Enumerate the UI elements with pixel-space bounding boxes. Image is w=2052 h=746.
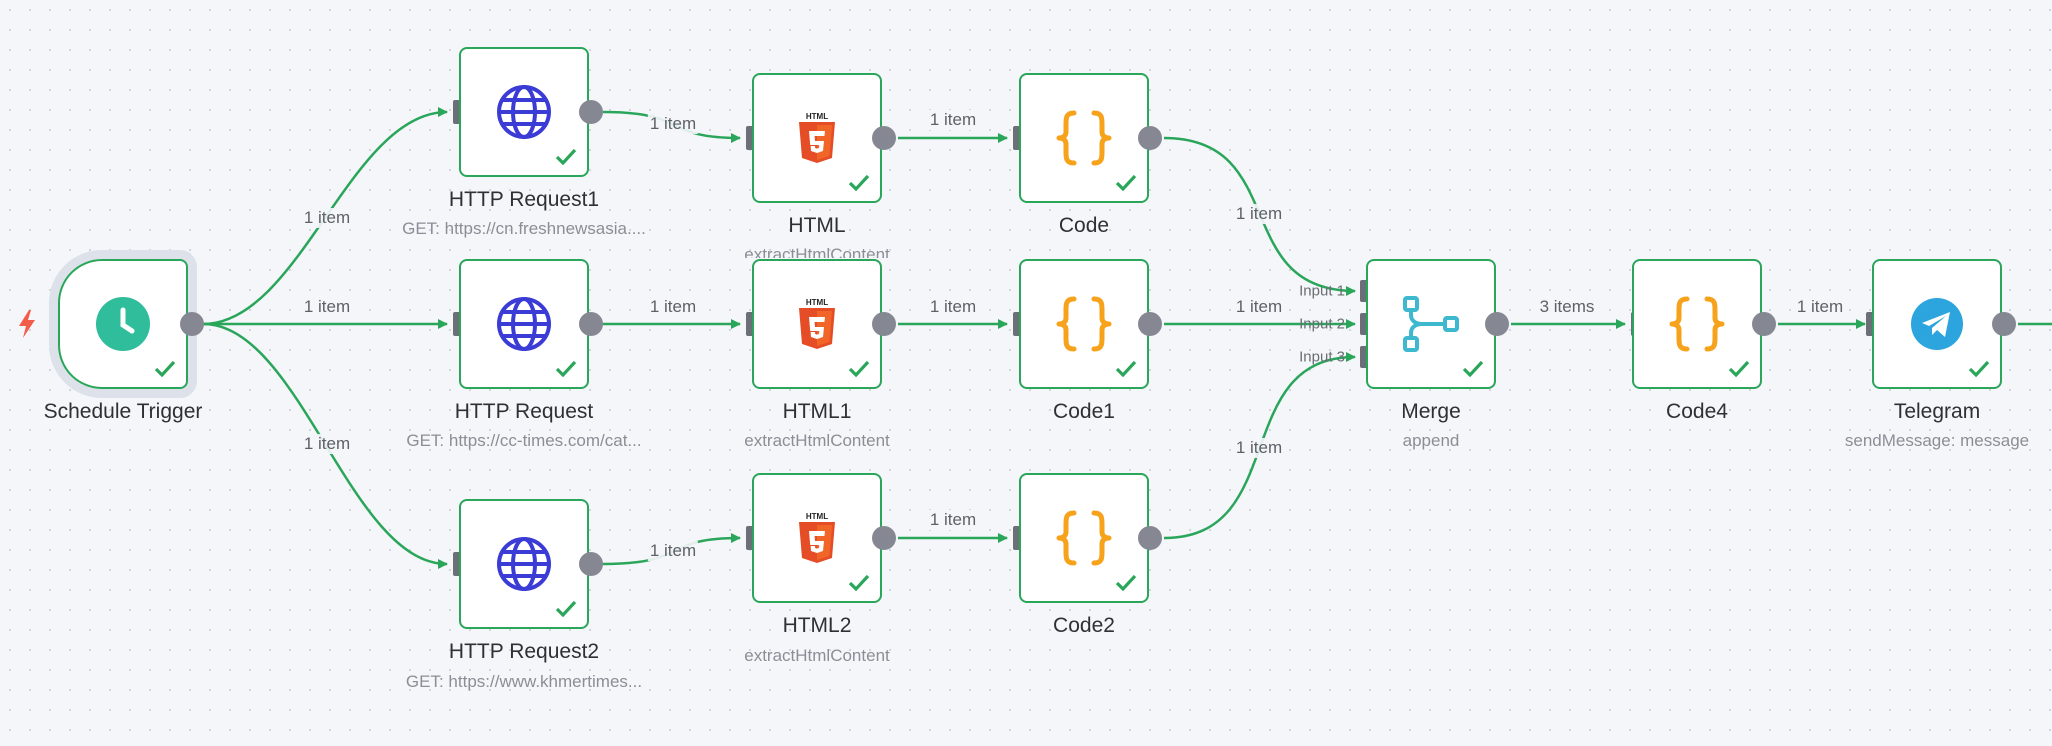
node-title: HTTP Request1 — [448, 188, 600, 211]
node-title: HTTP Request2 — [448, 640, 600, 663]
edge-label: 1 item — [647, 541, 699, 561]
edge-label: 1 item — [1794, 297, 1846, 317]
merge-input-label: Input 1 — [1299, 282, 1345, 300]
success-check-icon — [848, 174, 870, 192]
code-braces-icon — [1056, 296, 1112, 352]
node-code4[interactable] — [1632, 259, 1762, 389]
workflow-canvas[interactable]: 1 item 1 item 1 item 1 item 1 item 1 ite… — [0, 0, 2052, 746]
success-check-icon — [154, 360, 176, 378]
html5-icon: HTML — [796, 511, 838, 565]
code-braces-icon — [1056, 110, 1112, 166]
success-check-icon — [1115, 174, 1137, 192]
merge-input-label: Input 2 — [1299, 315, 1345, 333]
node-subtitle: extractHtmlContent — [744, 245, 890, 258]
node-code[interactable] — [1019, 73, 1149, 203]
output-port[interactable] — [1752, 312, 1776, 336]
node-html2[interactable]: HTML — [752, 473, 882, 603]
node-subtitle: GET: https://www.khmertimes... — [405, 672, 643, 691]
output-port[interactable] — [180, 312, 204, 336]
node-telegram[interactable] — [1872, 259, 2002, 389]
output-port[interactable] — [1138, 312, 1162, 336]
output-port[interactable] — [1138, 126, 1162, 150]
node-title: Code2 — [1053, 614, 1115, 637]
edge-label: 1 item — [647, 297, 699, 317]
edge-label: 1 item — [301, 208, 353, 228]
edge-label: 1 item — [927, 110, 979, 130]
success-check-icon — [555, 360, 577, 378]
output-port[interactable] — [1138, 526, 1162, 550]
lightning-bolt-icon — [19, 310, 35, 338]
success-check-icon — [1968, 360, 1990, 378]
success-check-icon — [848, 360, 870, 378]
output-port[interactable] — [1992, 312, 2016, 336]
success-check-icon — [1115, 574, 1137, 592]
output-port[interactable] — [872, 526, 896, 550]
node-subtitle: append — [1402, 431, 1460, 450]
node-title: Code — [1058, 214, 1110, 237]
node-title: Code1 — [1053, 400, 1115, 423]
code-braces-icon — [1669, 296, 1725, 352]
globe-icon — [496, 536, 552, 592]
svg-text:HTML: HTML — [806, 512, 828, 521]
globe-icon — [496, 296, 552, 352]
success-check-icon — [555, 148, 577, 166]
edge-label: 1 item — [301, 297, 353, 317]
node-html[interactable]: HTML — [752, 73, 882, 203]
svg-text:HTML: HTML — [806, 298, 828, 307]
edge-label: 1 item — [1233, 297, 1285, 317]
output-port[interactable] — [872, 312, 896, 336]
edge-label: 3 items — [1537, 297, 1597, 317]
node-http-request2[interactable] — [459, 499, 589, 629]
code-braces-icon — [1056, 510, 1112, 566]
success-check-icon — [1115, 360, 1137, 378]
output-port[interactable] — [1485, 312, 1509, 336]
node-subtitle: GET: https://cn.freshnewsasia.... — [402, 219, 646, 238]
globe-icon — [496, 84, 552, 140]
node-code2[interactable] — [1019, 473, 1149, 603]
success-check-icon — [555, 600, 577, 618]
telegram-icon — [1910, 297, 1964, 351]
node-html1[interactable]: HTML — [752, 259, 882, 389]
merge-input-label: Input 3 — [1299, 348, 1345, 366]
node-subtitle: GET: https://cc-times.com/cat... — [406, 431, 642, 450]
success-check-icon — [848, 574, 870, 592]
node-subtitle: sendMessage: message — [1844, 431, 2030, 450]
node-code1[interactable] — [1019, 259, 1149, 389]
edge-label: 1 item — [927, 510, 979, 530]
edge-label: 1 item — [927, 297, 979, 317]
success-check-icon — [1462, 360, 1484, 378]
node-title: Schedule Trigger — [43, 400, 203, 423]
output-port[interactable] — [872, 126, 896, 150]
html5-icon: HTML — [796, 111, 838, 165]
output-port[interactable] — [579, 312, 603, 336]
svg-text:HTML: HTML — [806, 112, 828, 121]
node-http-request[interactable] — [459, 259, 589, 389]
merge-icon — [1402, 295, 1460, 353]
success-check-icon — [1728, 360, 1750, 378]
output-port[interactable] — [579, 100, 603, 124]
node-schedule-trigger[interactable] — [58, 259, 188, 389]
edge-label: 1 item — [647, 114, 699, 134]
node-subtitle: extractHtmlContent — [744, 646, 890, 665]
node-title: Telegram — [1893, 400, 1981, 423]
edge-label: 1 item — [301, 434, 353, 454]
node-subtitle: extractHtmlContent — [744, 431, 890, 450]
html5-icon: HTML — [796, 297, 838, 351]
clock-icon — [95, 296, 151, 352]
node-http-request1[interactable] — [459, 47, 589, 177]
node-title: HTTP Request — [454, 400, 594, 423]
node-merge[interactable] — [1366, 259, 1496, 389]
output-port[interactable] — [579, 552, 603, 576]
